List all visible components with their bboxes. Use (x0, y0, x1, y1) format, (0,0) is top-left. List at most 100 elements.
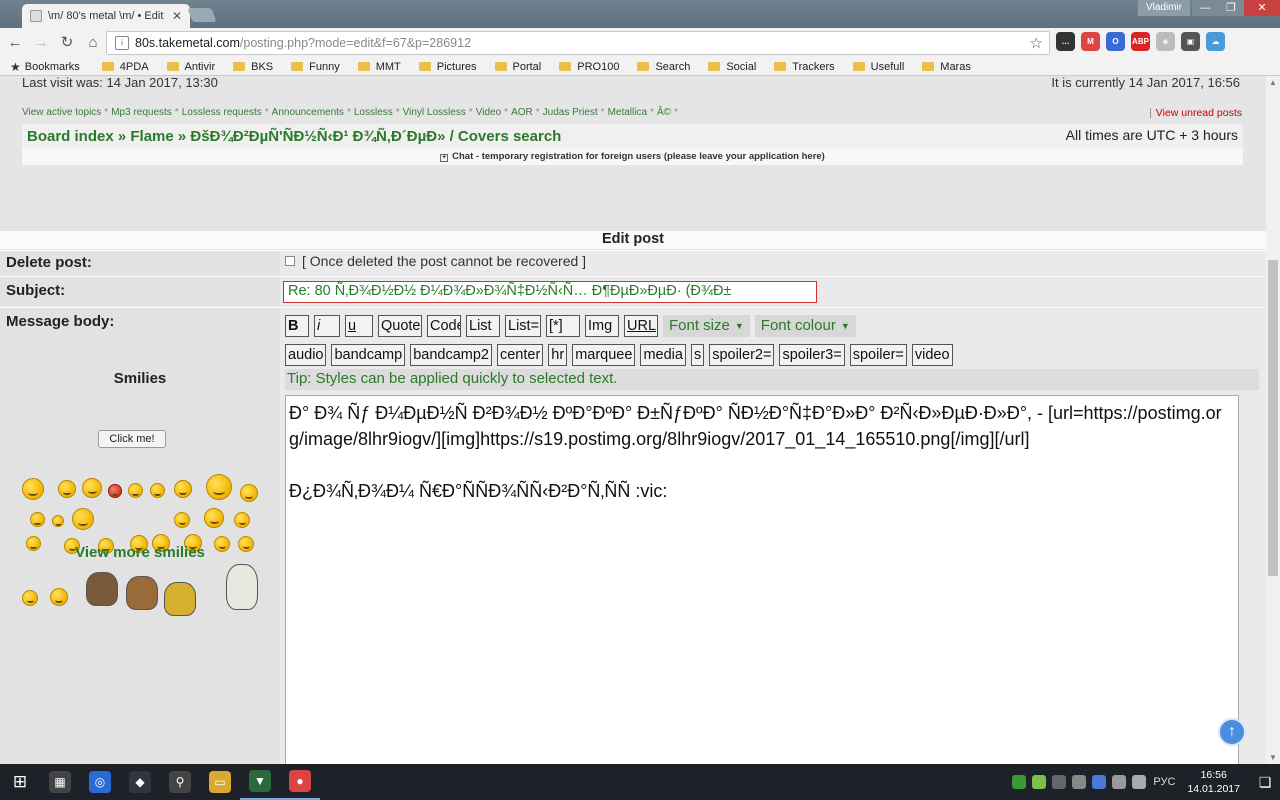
bookmark-folder-pictures[interactable]: Pictures (418, 61, 477, 73)
format-button-spoiler2[interactable]: spoiler2= (709, 344, 775, 366)
quick-link[interactable]: Vinyl Lossless (403, 107, 466, 118)
format-button-spoiler[interactable]: spoiler= (849, 344, 907, 366)
gmail-icon[interactable]: M (1081, 32, 1100, 51)
volume-icon[interactable] (1132, 775, 1147, 789)
cow-smiley-icon[interactable] (86, 572, 118, 606)
font-colour-dropdown[interactable]: Font colour ▼ (754, 315, 856, 337)
bookmark-folder-bks[interactable]: BKS (233, 61, 273, 73)
bookmark-folder-pro100[interactable]: PRO100 (559, 61, 619, 73)
calculator-app[interactable]: ▦ (40, 764, 80, 800)
file-explorer-app[interactable]: ▭ (200, 764, 240, 800)
smiley-icon[interactable] (52, 515, 64, 527)
quick-link[interactable]: Video (476, 107, 501, 118)
bookmark-folder-4pda[interactable]: 4PDA (101, 61, 149, 73)
quick-link[interactable]: AOR (511, 107, 533, 118)
format-button-s[interactable]: s (690, 344, 705, 366)
adblock-icon[interactable]: ABP (1131, 32, 1150, 51)
smiley-icon[interactable] (234, 512, 250, 528)
quick-link[interactable]: Announcements (272, 107, 344, 118)
font-size-dropdown[interactable]: Font size ▼ (663, 315, 750, 337)
bookmark-folder-funny[interactable]: Funny (291, 61, 340, 73)
browser-ext-icon[interactable]: O (1106, 32, 1125, 51)
subject-input[interactable]: Re: 80 Ñ‚Ð¾Ð½Ð½ Ð¼Ð¾Ð»Ð¾Ñ‡Ð½Ñ‹Ñ… Ð¶ÐµÐ»Ð… (283, 281, 817, 303)
smiley-icon[interactable] (174, 512, 190, 528)
format-button-url[interactable]: URL (624, 315, 658, 337)
bookmark-folder-antivir[interactable]: Antivir (166, 61, 215, 73)
smiley-icon[interactable] (22, 478, 44, 500)
format-button-marquee[interactable]: marquee (572, 344, 636, 366)
format-button-media[interactable]: media (640, 344, 686, 366)
quick-link[interactable]: Metallica (608, 107, 647, 118)
smiley-icon[interactable] (108, 484, 122, 498)
vpn-app[interactable]: ◆ (120, 764, 160, 800)
delete-post-checkbox[interactable] (285, 256, 295, 266)
bookmark-folder-search[interactable]: Search (637, 61, 690, 73)
tray-app-icon[interactable] (1012, 775, 1027, 789)
language-indicator[interactable]: РУС (1153, 776, 1175, 788)
click-me-smiley[interactable]: Click me! (98, 430, 166, 448)
bookmark-folder-maras[interactable]: Maras (922, 61, 971, 73)
format-button-quote[interactable]: Quote (378, 315, 422, 337)
rabbit-smiley-icon[interactable] (226, 564, 258, 610)
tab-close-icon[interactable]: ✕ (172, 9, 182, 23)
smiley-icon[interactable] (82, 478, 102, 498)
format-button-hr[interactable]: hr (548, 344, 568, 366)
search-app[interactable]: ⚲ (160, 764, 200, 800)
smiley-icon[interactable] (204, 508, 224, 528)
quick-link[interactable]: Judas Priest (543, 107, 598, 118)
quick-link[interactable]: Lossless requests (182, 107, 262, 118)
bookmark-folder-trackers[interactable]: Trackers (774, 61, 835, 73)
format-button-bandcamp[interactable]: bandcamp (331, 344, 406, 366)
notifications-icon[interactable]: ❏ (1250, 764, 1280, 800)
lying-smiley-icon[interactable] (164, 582, 196, 616)
browser-tab[interactable]: \m/ 80's metal \m/ • Edit ✕ (22, 4, 190, 28)
smiley-icon[interactable] (206, 474, 232, 500)
format-button-i[interactable]: i (314, 315, 340, 337)
page-info-icon[interactable]: i (115, 36, 129, 50)
reload-button[interactable]: ↻ (56, 32, 78, 54)
page-scrollbar[interactable]: ▲ ▼ (1266, 76, 1280, 764)
quick-link[interactable]: Lossless (354, 107, 393, 118)
hangouts-icon[interactable]: … (1056, 32, 1075, 51)
smiley-icon[interactable] (150, 483, 165, 498)
home-button[interactable]: ⌂ (82, 32, 104, 54)
moose-smiley-icon[interactable] (126, 576, 158, 610)
shield-icon[interactable]: ◈ (1156, 32, 1175, 51)
chat-link-bar[interactable]: + Chat - temporary registration for forei… (22, 148, 1243, 165)
address-bar[interactable]: i 80s.takemetal.com /posting.php?mode=ed… (106, 31, 1050, 55)
format-button-list[interactable]: List= (505, 315, 541, 337)
scroll-up-icon[interactable]: ▲ (1269, 78, 1277, 87)
format-button-spoiler3[interactable]: spoiler3= (779, 344, 845, 366)
bookmark-star-icon[interactable]: ☆ (1030, 34, 1043, 52)
quick-link[interactable]: View active topics (22, 107, 101, 118)
breadcrumb[interactable]: Board index » Flame » ÐšÐ¾Ð²ÐµÑ'ÑÐ½Ñ‹Ð¹ … (27, 128, 561, 145)
chat-link[interactable]: Chat - temporary registration for foreig… (452, 151, 825, 162)
smiley-icon[interactable] (58, 480, 76, 498)
maximize-button[interactable]: ❐ (1218, 0, 1244, 16)
smiley-icon[interactable] (72, 508, 94, 530)
format-button-list[interactable]: List (466, 315, 500, 337)
view-more-smilies-link[interactable]: View more smilies (0, 544, 280, 561)
format-button-video[interactable]: video (911, 344, 953, 366)
close-window-button[interactable]: ✕ (1244, 0, 1280, 16)
forward-button[interactable]: → (30, 32, 52, 54)
format-button-bandcamp2[interactable]: bandcamp2 (410, 344, 492, 366)
bookmark-folder-usefull[interactable]: Usefull (852, 61, 904, 73)
weather-icon[interactable]: ☁ (1206, 32, 1225, 51)
smiley-icon[interactable] (30, 512, 45, 527)
tray-sync-icon[interactable] (1092, 775, 1107, 789)
chrome-app[interactable]: ● (280, 764, 320, 800)
bookmark-folder-portal[interactable]: Portal (494, 61, 541, 73)
tray-mask-icon[interactable] (1052, 775, 1067, 789)
smiley-icon[interactable] (240, 484, 258, 502)
message-textarea[interactable]: Ð° Ð¾ Ñƒ Ð¼ÐµÐ½Ñ Ð²Ð¾Ð½ ÐºÐ°ÐºÐ° Ð±ÑƒÐºÐ… (285, 395, 1239, 764)
bookmarks-label[interactable]: Bookmarks (25, 61, 80, 73)
network-icon[interactable] (1112, 775, 1127, 789)
format-button-[interactable]: [*] (546, 315, 580, 337)
system-clock[interactable]: 16:56 14.01.2017 (1187, 768, 1240, 796)
format-button-code[interactable]: Code (427, 315, 461, 337)
quick-link[interactable]: Mp3 requests (111, 107, 172, 118)
bookmark-folder-social[interactable]: Social (708, 61, 756, 73)
monitor-ext-icon[interactable]: ▣ (1181, 32, 1200, 51)
tray-settings-icon[interactable] (1072, 775, 1087, 789)
